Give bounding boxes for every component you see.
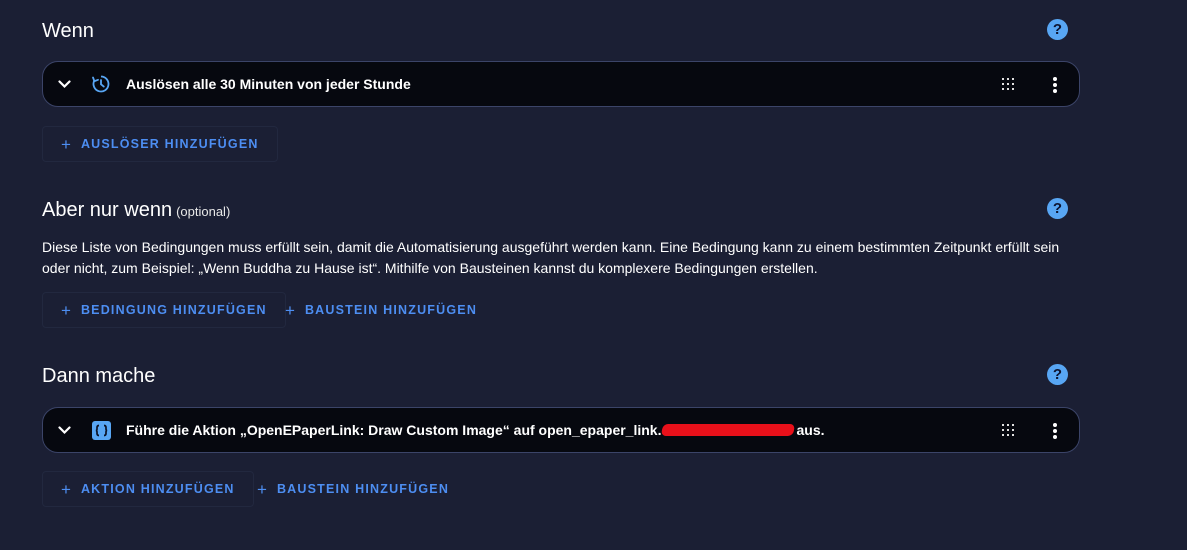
action-label: Führe die Aktion „OpenEPaperLink: Draw C…: [126, 422, 825, 438]
plus-icon: +: [61, 479, 71, 499]
condition-title-text: Aber nur wenn: [42, 199, 173, 221]
drag-handle-icon[interactable]: [1001, 423, 1015, 437]
condition-description-line2: oder nicht, zum Beispiel: „Wenn Buddha z…: [42, 260, 818, 276]
add-condition-block-label: BAUSTEIN HINZUFÜGEN: [304, 303, 478, 317]
chevron-down-icon[interactable]: [57, 423, 71, 437]
action-label-suffix: aus.: [796, 422, 825, 438]
plus-icon: +: [61, 300, 71, 320]
chevron-down-icon[interactable]: [57, 77, 71, 91]
condition-description: Diese Liste von Bedingungen muss erfüllt…: [42, 237, 1072, 279]
plus-icon: +: [61, 134, 71, 154]
plus-icon: +: [285, 300, 295, 320]
condition-help-icon[interactable]: ?: [1047, 198, 1068, 219]
more-vert-icon[interactable]: [1052, 422, 1058, 440]
then-help-icon[interactable]: ?: [1047, 364, 1068, 385]
optional-label: (optional): [176, 204, 231, 219]
add-condition-button[interactable]: + BEDINGUNG HINZUFÜGEN: [42, 292, 286, 328]
add-trigger-label: AUSLÖSER HINZUFÜGEN: [80, 137, 259, 151]
trigger-card[interactable]: Auslösen alle 30 Minuten von jeder Stund…: [42, 61, 1080, 107]
when-help-icon[interactable]: ?: [1047, 19, 1068, 40]
add-condition-block-button[interactable]: + BAUSTEIN HINZUFÜGEN: [266, 292, 496, 328]
action-label-prefix: Führe die Aktion „OpenEPaperLink: Draw C…: [126, 422, 662, 438]
action-card[interactable]: Führe die Aktion „OpenEPaperLink: Draw C…: [42, 407, 1080, 453]
add-condition-label: BEDINGUNG HINZUFÜGEN: [80, 303, 267, 317]
trigger-label: Auslösen alle 30 Minuten von jeder Stund…: [126, 76, 411, 92]
redaction-mark: [661, 424, 796, 436]
condition-description-line1: Diese Liste von Bedingungen muss erfüllt…: [42, 239, 1060, 255]
add-trigger-button[interactable]: + AUSLÖSER HINZUFÜGEN: [42, 126, 278, 162]
when-title: Wenn: [42, 20, 94, 42]
drag-handle-icon[interactable]: [1001, 77, 1015, 91]
add-action-block-label: BAUSTEIN HINZUFÜGEN: [276, 482, 450, 496]
clock-trigger-icon: [91, 74, 111, 94]
condition-title: Aber nur wenn (optional): [42, 199, 230, 222]
add-action-label: AKTION HINZUFÜGEN: [80, 482, 235, 496]
add-action-block-button[interactable]: + BAUSTEIN HINZUFÜGEN: [238, 471, 468, 507]
add-action-button[interactable]: + AKTION HINZUFÜGEN: [42, 471, 254, 507]
code-braces-icon: [91, 420, 111, 440]
then-title: Dann mache: [42, 365, 156, 387]
plus-icon: +: [257, 479, 267, 499]
more-vert-icon[interactable]: [1052, 76, 1058, 94]
